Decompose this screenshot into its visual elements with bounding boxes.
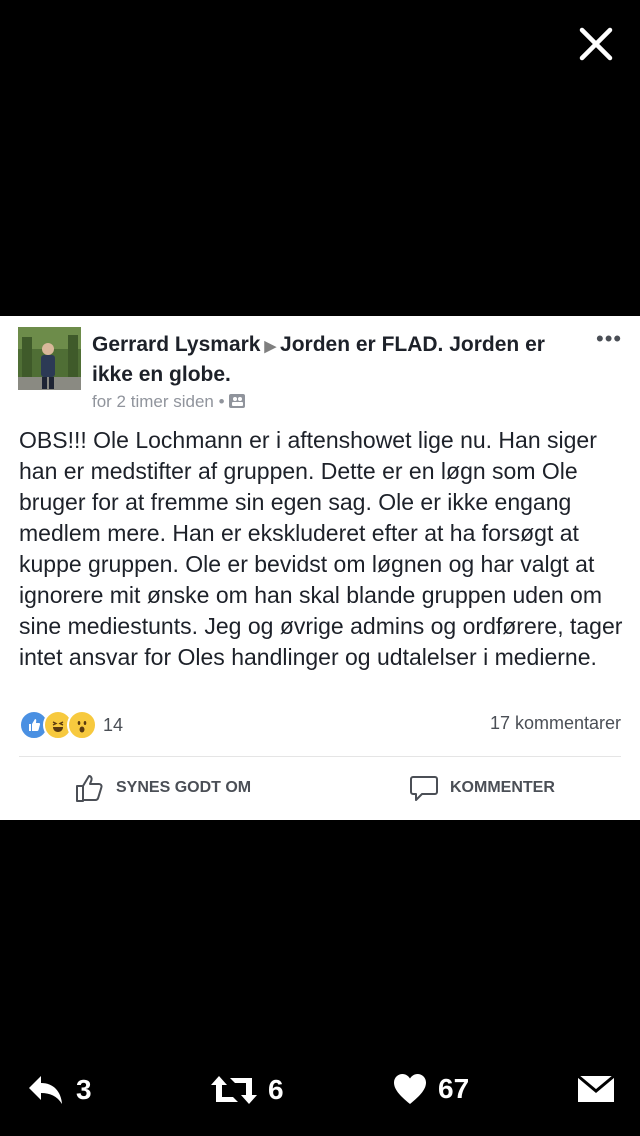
like-tweet-button[interactable]: 67 [392,1072,469,1106]
tweet-action-bar: 3 6 67 [0,1060,640,1120]
reactions-summary[interactable]: 14 [19,710,124,740]
post-time[interactable]: for 2 timer siden [92,392,214,411]
reply-icon [29,1076,62,1104]
like-button[interactable]: SYNES GODT OM [74,770,251,806]
post-header: Gerrard Lysmark ▶ Jorden er FLAD. Jorden e… [92,331,562,389]
comment-label: KOMMENTER [450,779,555,796]
thumbs-up-icon [76,775,103,802]
post-text: OBS!!! Ole Lochmann er i aftenshowet lig… [19,427,623,670]
reply-button[interactable]: 3 [26,1072,92,1108]
retweet-count: 6 [268,1074,284,1105]
author-name[interactable]: Gerrard Lysmark [92,333,260,356]
arrow-icon: ▶ [264,338,277,355]
close-icon [579,27,613,61]
more-icon[interactable]: ••• [596,326,622,352]
reply-count: 3 [76,1074,92,1105]
divider [19,756,621,757]
group-icon [229,394,246,408]
reaction-count: 14 [103,714,124,735]
retweet-button[interactable]: 6 [210,1072,284,1108]
retweet-icon [211,1076,257,1104]
direct-message-button[interactable] [576,1072,616,1106]
meta-separator: • [218,392,225,411]
like-count: 67 [438,1073,470,1104]
mail-icon [577,1074,615,1102]
heart-icon [394,1074,426,1104]
comment-button[interactable]: KOMMENTER [408,770,555,806]
close-button[interactable] [576,24,616,64]
avatar[interactable] [18,327,81,390]
comments-count[interactable]: 17 kommentarer [490,713,621,734]
comment-icon [410,776,438,801]
post-meta: for 2 timer siden • [92,390,246,414]
like-label: SYNES GODT OM [116,779,252,796]
wow-reaction-icon [67,710,97,740]
